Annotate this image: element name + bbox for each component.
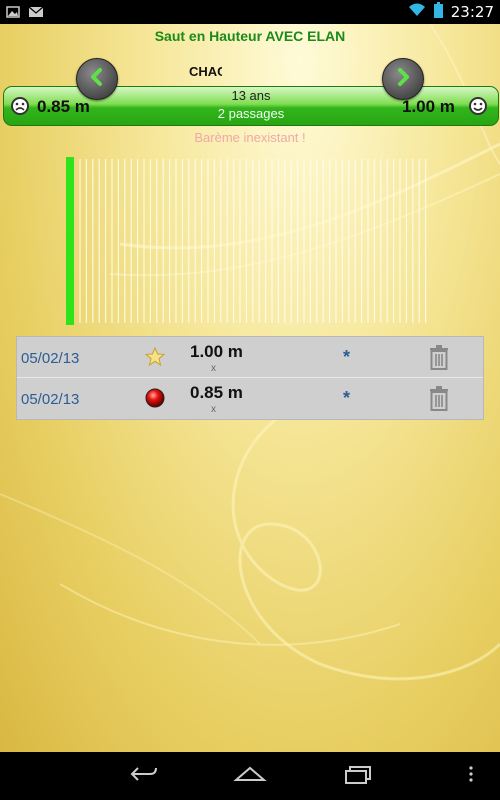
- happy-face-icon: [468, 96, 488, 120]
- result-row[interactable]: 05/02/13 1.00 m x *: [17, 337, 483, 378]
- main-content: Saut en Hauteur AVEC ELAN CHAC 0.85 m 13…: [0, 24, 500, 752]
- results-list: 05/02/13 1.00 m x * 05/02/13 0.85 m x *: [16, 336, 484, 420]
- result-height: 0.85 m: [190, 383, 243, 402]
- chevron-right-icon: [393, 67, 413, 91]
- system-nav-bar: [0, 752, 500, 800]
- athlete-name: CHAC: [189, 64, 222, 79]
- back-icon: [130, 767, 157, 781]
- menu-button[interactable]: [466, 762, 476, 790]
- back-button[interactable]: [128, 762, 160, 790]
- next-athlete-button[interactable]: [382, 58, 424, 100]
- result-mark: x: [211, 363, 216, 374]
- page-title: Saut en Hauteur AVEC ELAN: [154, 28, 346, 44]
- best-height: 1.00 m: [402, 97, 455, 116]
- clock: 23:27: [450, 3, 494, 21]
- trash-icon: [430, 386, 448, 411]
- chevron-left-icon: [87, 67, 107, 91]
- result-asterisk: *: [343, 388, 351, 408]
- overflow-menu-icon: [469, 766, 473, 782]
- trash-icon: [430, 345, 448, 370]
- result-date: 05/02/13: [21, 350, 80, 367]
- home-button[interactable]: [232, 762, 268, 790]
- result-height: 1.00 m: [190, 342, 243, 361]
- star-icon: [144, 346, 166, 367]
- graph-grid: [79, 159, 427, 323]
- summary-bar: 0.85 m 13 ans 2 passages 1.00 m: [3, 86, 499, 126]
- result-asterisk: *: [343, 347, 351, 367]
- recent-apps-button[interactable]: [341, 762, 373, 790]
- recent-apps-icon: [345, 766, 371, 784]
- red-ball-icon: [145, 388, 165, 408]
- image-notification-icon: [6, 4, 20, 23]
- result-row[interactable]: 05/02/13 0.85 m x *: [17, 378, 483, 418]
- graph-progress-line: [66, 157, 74, 325]
- status-bar: 23:27: [0, 0, 500, 24]
- result-mark: x: [211, 404, 216, 415]
- mail-notification-icon: [28, 4, 44, 23]
- previous-athlete-button[interactable]: [76, 58, 118, 100]
- result-date: 05/02/13: [21, 391, 80, 408]
- battery-icon: [433, 2, 443, 22]
- progress-graph: [66, 157, 434, 325]
- bareme-warning: Barème inexistant !: [194, 130, 306, 145]
- delete-result-button[interactable]: [427, 343, 451, 371]
- home-icon: [233, 766, 267, 781]
- wifi-icon: [408, 3, 426, 21]
- delete-result-button[interactable]: [427, 384, 451, 412]
